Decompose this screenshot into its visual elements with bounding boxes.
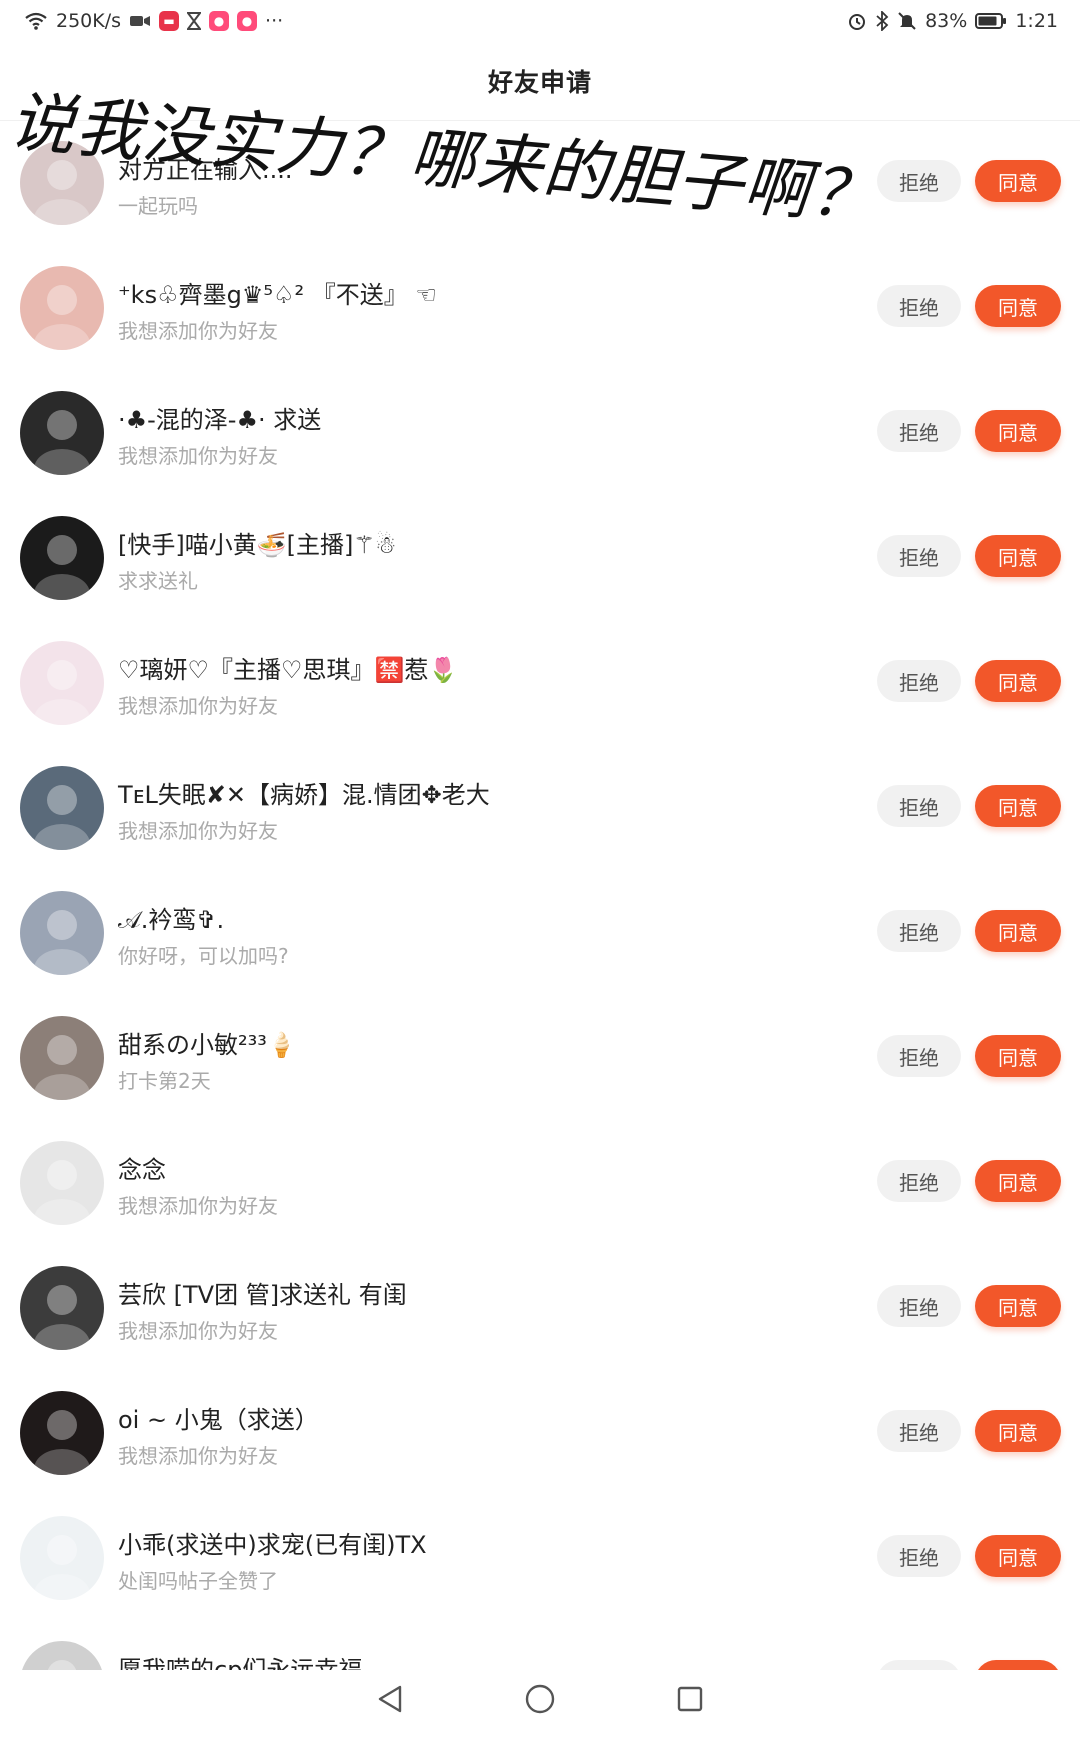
requester-name: 芸欣 [TV团 管]求送礼 有闺 [118,1281,407,1309]
clock: 1:21 [1015,10,1058,32]
accept-button[interactable]: 同意 [975,1410,1061,1452]
navigation-bar [0,1670,1080,1728]
page-title: 好友申请 [487,68,592,97]
avatar[interactable] [20,1516,104,1600]
friend-request-row[interactable]: 𝒜.衿鸾✞. 你好呀，可以加吗? 拒绝 同意 [0,868,1080,993]
reject-button[interactable]: 拒绝 [877,1410,961,1452]
accept-button[interactable]: 同意 [975,410,1061,452]
friend-request-row[interactable]: 甜系の小敏²³³🍦 打卡第2天 拒绝 同意 [0,993,1080,1118]
avatar[interactable] [20,266,104,350]
reject-button[interactable]: 拒绝 [877,1160,961,1202]
requester-name: 念念 [118,1156,166,1184]
request-message: 我想添加你为好友 [118,1194,278,1218]
reject-button[interactable]: 拒绝 [877,1035,961,1077]
status-bar-right: 83% 1:21 [847,10,1058,32]
requester-name: 小乖(求送中)求宠(已有闺)TX [118,1531,427,1559]
avatar[interactable] [20,891,104,975]
alarm-icon [847,11,867,31]
friend-request-row[interactable]: oi ~ 小鬼（求送） 我想添加你为好友 拒绝 同意 [0,1368,1080,1493]
friend-request-row[interactable]: ♡璃妍♡『主播♡思琪』🈲惹🌷 我想添加你为好友 拒绝 同意 [0,618,1080,743]
avatar[interactable] [20,141,104,225]
friend-request-row[interactable]: [快手]喵小黄🍜[主播]⚚☃ 求求送礼 拒绝 同意 [0,493,1080,618]
avatar[interactable] [20,1141,104,1225]
accept-button[interactable]: 同意 [975,1160,1061,1202]
accept-button[interactable]: 同意 [975,1535,1061,1577]
friend-request-row[interactable]: 小乖(求送中)求宠(已有闺)TX 处闺吗帖子全赞了 拒绝 同意 [0,1493,1080,1618]
page-header: 好友申请 [0,42,1080,121]
app-icon: ▬ [159,11,180,31]
requester-name: ♡璃妍♡『主播♡思琪』🈲惹🌷 [118,656,459,684]
reject-button[interactable]: 拒绝 [877,660,961,702]
more-icon: ··· [265,10,284,32]
reject-button[interactable]: 拒绝 [877,535,961,577]
accept-button[interactable]: 同意 [975,285,1061,327]
requester-name: ⁺ks♧齊墨g♛⁵♤² 『不送』 ☜ [118,281,437,309]
requester-name: 甜系の小敏²³³🍦 [118,1031,297,1059]
mute-icon [897,11,917,31]
friend-request-row[interactable]: ⁺ks♧齊墨g♛⁵♤² 『不送』 ☜ 我想添加你为好友 拒绝 同意 [0,243,1080,368]
request-message: 我想添加你为好友 [118,1319,278,1343]
accept-button[interactable]: 同意 [975,660,1061,702]
request-message: 打卡第2天 [118,1069,211,1093]
request-message: 处闺吗帖子全赞了 [118,1569,278,1593]
requester-name: ·♣-混的泽-♣· 求送 [118,406,322,434]
request-message: 一起玩吗 [118,194,198,218]
reject-button[interactable]: 拒绝 [877,785,961,827]
request-message: 我想添加你为好友 [118,819,278,843]
battery-percent: 83% [925,10,968,32]
avatar[interactable] [20,1391,104,1475]
recents-icon[interactable] [670,1679,710,1719]
status-bar-left: 250K/s ▬ ● ● ··· [24,10,283,32]
friend-request-row[interactable]: ·♣-混的泽-♣· 求送我想添加你为好友 拒绝 同意 [0,368,1080,493]
request-message: 我想添加你为好友 [118,1444,278,1468]
reject-button[interactable]: 拒绝 [877,410,961,452]
requester-name: oi ~ 小鬼（求送） [118,1406,319,1434]
video-icon [129,13,151,29]
back-icon[interactable] [370,1679,410,1719]
friend-request-row[interactable]: 对方正在输入.... 一起玩吗 拒绝 同意 [0,118,1080,243]
accept-button[interactable]: 同意 [975,535,1061,577]
request-message: 我想添加你为好友 [118,444,278,468]
reject-button[interactable]: 拒绝 [877,910,961,952]
accept-button[interactable]: 同意 [975,160,1061,202]
request-message: 我想添加你为好友 [118,694,278,718]
friend-request-list: 对方正在输入.... 一起玩吗 拒绝 同意 ⁺ks♧齊墨g♛⁵♤² 『不送』 ☜ 我想添加… [0,118,1080,1743]
wifi-icon [24,11,48,31]
status-bar: 250K/s ▬ ● ● ··· 83% 1:21 [0,0,1080,42]
requester-name: 𝒜.衿鸾✞. [118,906,225,934]
hourglass-icon [187,12,202,30]
home-icon[interactable] [520,1679,560,1719]
friend-request-row[interactable]: TᴇL失眠✘✕【病娇】混.情团✥老大我想添加你为好友 拒绝 同意 [0,743,1080,868]
friend-request-row[interactable]: 念念我想添加你为好友 拒绝 同意 [0,1118,1080,1243]
reject-button[interactable]: 拒绝 [877,160,961,202]
accept-button[interactable]: 同意 [975,1035,1061,1077]
avatar[interactable] [20,766,104,850]
reject-button[interactable]: 拒绝 [877,285,961,327]
battery-icon [975,12,1007,30]
app-icon: ● [209,11,230,31]
avatar[interactable] [20,516,104,600]
avatar[interactable] [20,391,104,475]
accept-button[interactable]: 同意 [975,785,1061,827]
reject-button[interactable]: 拒绝 [877,1535,961,1577]
avatar[interactable] [20,1016,104,1100]
avatar[interactable] [20,641,104,725]
accept-button[interactable]: 同意 [975,910,1061,952]
requester-name: 对方正在输入.... [118,156,293,184]
request-message: 求求送礼 [118,569,198,593]
network-speed: 250K/s [56,10,122,32]
accept-button[interactable]: 同意 [975,1285,1061,1327]
requester-name: TᴇL失眠✘✕【病娇】混.情团✥老大 [118,781,490,809]
avatar[interactable] [20,1266,104,1350]
app-icon: ● [237,11,258,31]
friend-request-row[interactable]: 芸欣 [TV团 管]求送礼 有闺我想添加你为好友 拒绝 同意 [0,1243,1080,1368]
requester-name: [快手]喵小黄🍜[主播]⚚☃ [118,531,397,559]
request-message: 你好呀，可以加吗? [118,944,289,968]
request-message: 我想添加你为好友 [118,319,278,343]
reject-button[interactable]: 拒绝 [877,1285,961,1327]
bluetooth-icon [875,11,889,31]
